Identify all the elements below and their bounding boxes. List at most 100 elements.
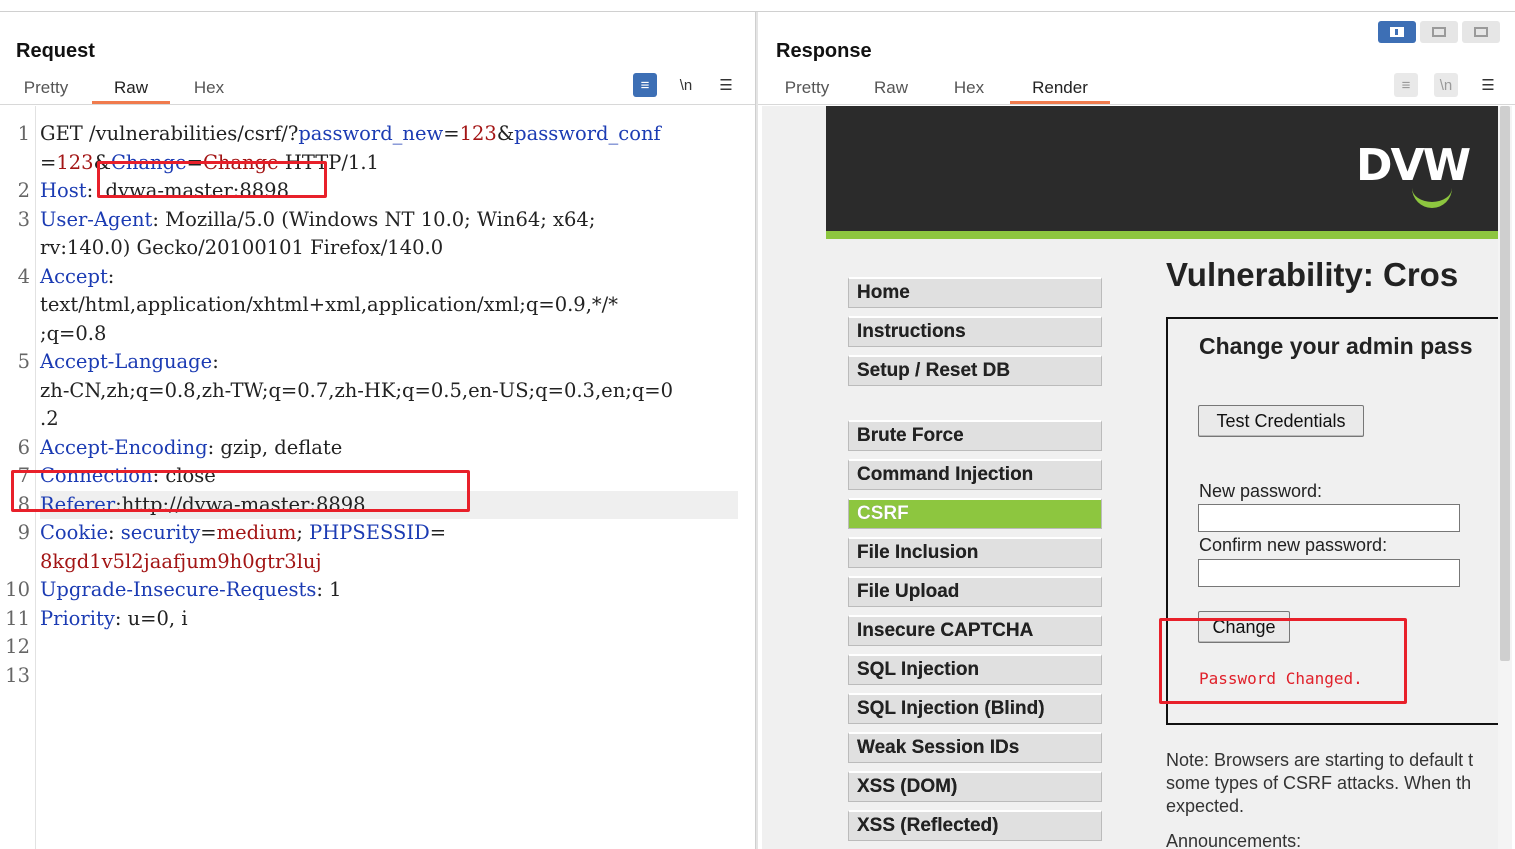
code-line[interactable]: Host: dvwa-master:8898 (40, 177, 289, 206)
code-text: = (443, 122, 460, 145)
code-line[interactable]: Accept: (40, 263, 114, 292)
dvwa-menu-item-file-inclusion[interactable]: File Inclusion (848, 537, 1102, 568)
code-key: User-Agent (40, 207, 153, 231)
dvwa-menu-item-xss-dom[interactable]: XSS (DOM) (848, 771, 1102, 802)
code-line[interactable]: 8kgd1v5l2jaafjum9h0gtr3luj (40, 548, 322, 577)
request-tab-pretty[interactable]: Pretty (12, 76, 80, 104)
response-tab-hex[interactable]: Hex (936, 76, 1002, 104)
line-number: 5 (17, 350, 30, 373)
code-value: 123 (56, 150, 94, 174)
dvwa-menu-item-sql-injection-blind[interactable]: SQL Injection (Blind) (848, 693, 1102, 724)
line-number: 4 (17, 264, 30, 288)
dvwa-menu-item-insecure-captcha[interactable]: Insecure CAPTCHA (848, 615, 1102, 646)
dvwa-menu-item-instructions[interactable]: Instructions (848, 316, 1102, 347)
request-editor[interactable]: 1 GET /vulnerabilities/csrf/?password_new… (0, 106, 755, 849)
code-text: : 1 (316, 578, 342, 601)
code-line[interactable]: Upgrade-Insecure-Requests: 1 (40, 576, 342, 605)
code-line[interactable]: zh-CN,zh;q=0.8,zh-TW;q=0.7,zh-HK;q=0.5,e… (40, 377, 673, 406)
wrap-lines-disabled-icon: ≡ (1394, 73, 1418, 97)
code-text: zh-CN,zh;q=0.8,zh-TW;q=0.7,zh-HK;q=0.5,e… (40, 378, 674, 402)
code-text: : Mozilla/5.0 (Windows NT 10.0; Win64; x… (152, 207, 596, 231)
box-title: Change your admin pass (1199, 333, 1473, 359)
code-line[interactable]: text/html,application/xhtml+xml,applicat… (40, 291, 618, 320)
code-key: Connection (40, 464, 153, 487)
dvwa-menu-item-setup-reset-db[interactable]: Setup / Reset DB (848, 355, 1102, 386)
password-changed-message: Password Changed. (1199, 669, 1363, 688)
csrf-note: Note: Browsers are starting to default t… (1166, 750, 1474, 816)
render-scrollbar[interactable] (1498, 106, 1512, 849)
dvwa-menu-item-xss-reflected[interactable]: XSS (Reflected) (848, 810, 1102, 841)
code-text: :http://dvwa-master:8898 (115, 492, 366, 516)
request-pane: Request Pretty Raw Hex ≡ \n ☰ 1 GET /vuln… (0, 12, 755, 849)
code-line[interactable]: Accept-Language: (40, 348, 219, 377)
code-text: ;q=0.8 (40, 321, 107, 345)
code-line[interactable]: Priority: u=0, i (40, 605, 188, 634)
confirm-password-label: Confirm new password: (1199, 535, 1388, 555)
code-line[interactable]: Accept-Encoding: gzip, deflate (40, 434, 342, 463)
code-text: : dvwa-master:8898 (86, 179, 289, 202)
dvwa-menu-item-brute-force[interactable]: Brute Force (848, 420, 1102, 451)
response-tab-raw[interactable]: Raw (856, 76, 926, 104)
render-scroll-thumb[interactable] (1500, 106, 1510, 661)
line-number: 11 (5, 606, 30, 630)
code-line[interactable]: rv:140.0) Gecko/20100101 Firefox/140.0 (40, 234, 443, 263)
response-tab-render[interactable]: Render (1010, 76, 1110, 104)
line-number: 6 (17, 435, 30, 459)
code-text: & (93, 150, 111, 174)
code-text: = (200, 521, 217, 544)
code-line[interactable]: Cookie: security=medium; PHPSESSID= (40, 519, 446, 548)
dvwa-menu-item-sql-injection[interactable]: SQL Injection (848, 654, 1102, 685)
code-key: security (120, 521, 201, 544)
code-key: Upgrade-Insecure-Requests (40, 578, 317, 601)
line-number: 10 (5, 578, 30, 601)
newline-disabled-icon: \n (1434, 73, 1458, 97)
code-text: : gzip, deflate (207, 435, 343, 459)
code-key: Host (40, 179, 87, 202)
code-key: Referer (40, 492, 116, 516)
code-line[interactable]: GET /vulnerabilities/csrf/?password_new=… (40, 120, 661, 149)
code-text: : close (152, 464, 216, 487)
line-number: 7 (17, 464, 30, 487)
code-key: Change (110, 150, 187, 174)
wrap-lines-icon[interactable]: ≡ (633, 73, 657, 97)
newline-toggle-icon[interactable]: \n (674, 73, 698, 97)
dvwa-menu-item-file-upload[interactable]: File Upload (848, 576, 1102, 607)
request-menu-icon[interactable]: ☰ (714, 73, 738, 97)
confirm-password-input[interactable] (1198, 559, 1460, 587)
line-number: 13 (5, 663, 30, 687)
code-line[interactable]: =123&Change=Change HTTP/1.1 (40, 149, 379, 178)
line-number: 3 (17, 207, 30, 231)
announcements-heading: Announcements: (1166, 831, 1302, 849)
request-tab-divider (0, 104, 755, 105)
response-pane: Response Pretty Raw Hex Render ≡ \n ☰ DV… (758, 12, 1515, 849)
new-password-input[interactable] (1198, 504, 1460, 532)
change-button[interactable]: Change (1198, 611, 1290, 643)
response-menu-icon[interactable]: ☰ (1476, 73, 1500, 97)
line-number: 12 (5, 635, 30, 658)
line-number: 2 (17, 179, 30, 202)
code-line[interactable]: Connection: close (40, 462, 216, 491)
request-tab-hex[interactable]: Hex (178, 76, 240, 104)
single-pane-layout-icon[interactable] (1462, 21, 1500, 43)
line-number: 8 (17, 492, 30, 516)
stacked-layout-icon[interactable] (1420, 21, 1458, 43)
side-by-side-layout-icon[interactable] (1378, 21, 1416, 43)
dvwa-menu-item-weak-session-ids[interactable]: Weak Session IDs (848, 732, 1102, 763)
code-line[interactable]: .2 (40, 405, 59, 434)
code-line[interactable]: Referer:http://dvwa-master:8898 (40, 490, 738, 519)
request-tab-raw[interactable]: Raw (92, 76, 170, 104)
dvwa-menu-item-csrf[interactable]: CSRF (848, 498, 1102, 529)
code-text: text/html,application/xhtml+xml,applicat… (40, 293, 618, 316)
test-credentials-button[interactable]: Test Credentials (1198, 405, 1364, 437)
code-key: Accept-Language (40, 350, 213, 373)
code-text: = (186, 150, 203, 174)
code-key: Accept (40, 264, 108, 288)
code-line[interactable]: ;q=0.8 (40, 320, 106, 349)
code-value: 123 (459, 122, 497, 145)
code-value: Change (202, 150, 279, 174)
code-key: Cookie (40, 521, 108, 544)
dvwa-menu-item-home[interactable]: Home (848, 277, 1102, 308)
code-line[interactable]: User-Agent: Mozilla/5.0 (Windows NT 10.0… (40, 206, 595, 235)
response-tab-pretty[interactable]: Pretty (772, 76, 842, 104)
dvwa-menu-item-command-injection[interactable]: Command Injection (848, 459, 1102, 490)
